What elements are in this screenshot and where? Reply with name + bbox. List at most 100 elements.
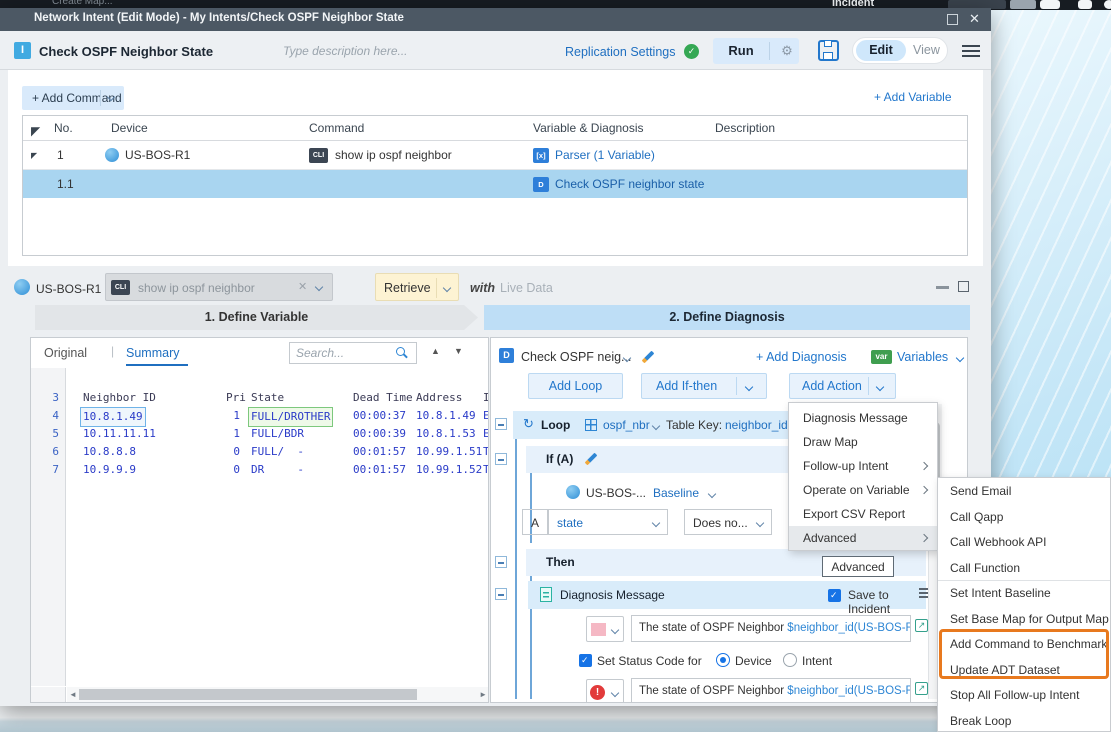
scroll-left-icon[interactable]: ◄	[69, 690, 77, 699]
chevron-down-icon[interactable]	[611, 626, 619, 634]
add-diagnosis-link[interactable]: + Add Diagnosis	[756, 350, 847, 364]
table-key-value[interactable]: neighbor_id	[725, 418, 788, 432]
save-to-incident-checkbox[interactable]	[828, 589, 841, 602]
description-input[interactable]	[283, 41, 513, 61]
chevron-down-icon[interactable]	[756, 519, 764, 527]
chevron-down-icon[interactable]	[652, 519, 660, 527]
add-loop-button[interactable]: Add Loop	[528, 373, 623, 399]
divider	[769, 42, 770, 60]
chevron-down-icon[interactable]	[315, 283, 323, 291]
menu-item-update-adt-dataset[interactable]: Update ADT Dataset	[938, 658, 1110, 684]
collapse-row-icon[interactable]: ◤	[31, 151, 37, 160]
avatar[interactable]	[1104, 0, 1111, 9]
alert-icon: !	[590, 685, 605, 700]
add-if-then-button[interactable]: Add If-then	[641, 373, 767, 399]
diagnosis-message-input[interactable]: The state of OSPF Neighbor $neighbor_id(…	[631, 615, 911, 642]
menu-item-call-function[interactable]: Call Function	[938, 556, 1110, 582]
close-icon[interactable]: ✕	[969, 11, 980, 27]
replication-settings-link[interactable]: Replication Settings	[565, 45, 675, 59]
menu-item-follow-up-intent[interactable]: Follow-up Intent	[789, 454, 937, 478]
collapse-diagnosis-icon[interactable]	[495, 588, 507, 600]
chevron-down-icon[interactable]	[876, 383, 884, 391]
add-action-button[interactable]: Add Action	[789, 373, 896, 399]
menu-item-set-intent-baseline[interactable]: Set Intent Baseline	[938, 581, 1110, 607]
chevron-down-icon[interactable]	[708, 490, 716, 498]
chat-icon[interactable]	[1040, 0, 1060, 9]
tab-original[interactable]: Original	[44, 346, 87, 360]
status-message-input[interactable]: The state of OSPF Neighbor $neighbor_id(…	[631, 678, 911, 703]
chevron-down-icon[interactable]	[611, 689, 619, 697]
chevron-down-icon[interactable]	[956, 354, 964, 362]
intent-radio[interactable]	[783, 653, 797, 667]
variables-dropdown[interactable]: Variables	[897, 350, 948, 364]
code-line: 3Neighbor IDPriStateDead TimeAddressInt	[31, 371, 489, 389]
run-button[interactable]: Run	[713, 38, 769, 64]
expand-message-icon[interactable]: ↗	[915, 682, 928, 695]
menu-item-set-base-map[interactable]: Set Base Map for Output Map	[938, 607, 1110, 633]
collapse-then-icon[interactable]	[495, 556, 507, 568]
table-row-selected[interactable]: 1.1 D Check OSPF neighbor state	[23, 170, 967, 198]
severity-color-select[interactable]	[586, 616, 624, 642]
next-match-icon[interactable]: ▼	[454, 346, 463, 356]
gear-icon[interactable]: ⚙	[775, 38, 799, 63]
bell-icon[interactable]	[1078, 0, 1092, 9]
edit-tab[interactable]: Edit	[856, 40, 906, 61]
collapse-loop-icon[interactable]	[495, 418, 507, 430]
chevron-down-icon[interactable]	[443, 284, 451, 292]
chevron-down-icon[interactable]	[745, 383, 753, 391]
tab-underline	[126, 364, 188, 366]
col-command: Command	[309, 121, 364, 135]
expand-section-icon[interactable]	[958, 281, 969, 292]
view-tab[interactable]: View	[913, 43, 940, 57]
loop-table-variable[interactable]: ospf_nbr	[603, 418, 650, 432]
edit-icon[interactable]	[642, 351, 655, 364]
background-search-icon[interactable]	[1010, 0, 1036, 9]
menu-item-export-csv-report[interactable]: Export CSV Report	[789, 502, 937, 526]
scroll-right-icon[interactable]: ►	[479, 690, 487, 699]
condition-operator-select[interactable]: Does no...	[684, 509, 772, 535]
menu-item-call-webhook-api[interactable]: Call Webhook API	[938, 530, 1110, 556]
menu-item-draw-map[interactable]: Draw Map	[789, 430, 937, 454]
menu-item-stop-all-follow-up-intent[interactable]: Stop All Follow-up Intent	[938, 683, 1110, 709]
color-swatch	[591, 623, 606, 636]
edit-icon[interactable]	[585, 453, 598, 466]
status-code-select[interactable]: !	[586, 679, 624, 703]
advanced-submenu: Send Email Call Qapp Call Webhook API Ca…	[937, 477, 1111, 732]
retrieve-button[interactable]: Retrieve	[375, 273, 459, 301]
baseline-dropdown[interactable]: Baseline	[653, 486, 699, 500]
menu-item-break-loop[interactable]: Break Loop	[938, 709, 1110, 732]
add-command-button[interactable]: + Add Command	[22, 86, 124, 110]
menu-item-send-email[interactable]: Send Email	[938, 479, 1110, 505]
clear-icon[interactable]: ✕	[298, 280, 307, 293]
variable-panel: Original | Summary ▲ ▼ 3Neighbor IDPriSt…	[30, 337, 489, 703]
menu-item-advanced[interactable]: Advanced	[789, 526, 937, 550]
prev-match-icon[interactable]: ▲	[431, 346, 440, 356]
tab-summary[interactable]: Summary	[126, 346, 179, 360]
collapse-if-icon[interactable]	[495, 453, 507, 465]
command-select[interactable]: CLI show ip ospf neighbor ✕	[105, 273, 333, 301]
table-row[interactable]: ◤ 1 US-BOS-R1 CLI show ip ospf neighbor …	[23, 141, 967, 170]
menu-item-add-command-to-benchmark[interactable]: Add Command to Benchmark	[938, 632, 1110, 658]
menu-icon[interactable]	[962, 45, 980, 47]
search-input[interactable]	[296, 345, 391, 361]
maximize-icon[interactable]	[947, 14, 958, 25]
device-radio[interactable]	[716, 653, 730, 667]
expand-message-icon[interactable]: ↗	[915, 619, 928, 632]
diagnosis-name-select[interactable]: Check OSPF neig...	[521, 350, 631, 364]
minimize-section-icon[interactable]	[936, 286, 949, 289]
add-variable-link[interactable]: + Add Variable	[874, 90, 952, 104]
scrollbar-thumb[interactable]	[79, 689, 417, 700]
save-icon[interactable]	[818, 40, 839, 61]
search-icon[interactable]	[396, 347, 405, 356]
col-variable-diagnosis: Variable & Diagnosis	[533, 121, 644, 135]
menu-item-diagnosis-message[interactable]: Diagnosis Message	[789, 406, 937, 430]
row-diagnosis-link[interactable]: Check OSPF neighbor state	[555, 177, 704, 191]
condition-variable-select[interactable]: state	[548, 509, 668, 535]
collapse-all-icon[interactable]: ◤	[31, 124, 40, 138]
set-status-code-checkbox[interactable]	[579, 654, 592, 667]
row-parser-link[interactable]: Parser (1 Variable)	[555, 148, 655, 162]
menu-item-operate-on-variable[interactable]: Operate on Variable	[789, 478, 937, 502]
horizontal-scrollbar[interactable]: ◄ ►	[67, 687, 489, 703]
chevron-down-icon[interactable]	[652, 422, 660, 430]
menu-item-call-qapp[interactable]: Call Qapp	[938, 505, 1110, 531]
